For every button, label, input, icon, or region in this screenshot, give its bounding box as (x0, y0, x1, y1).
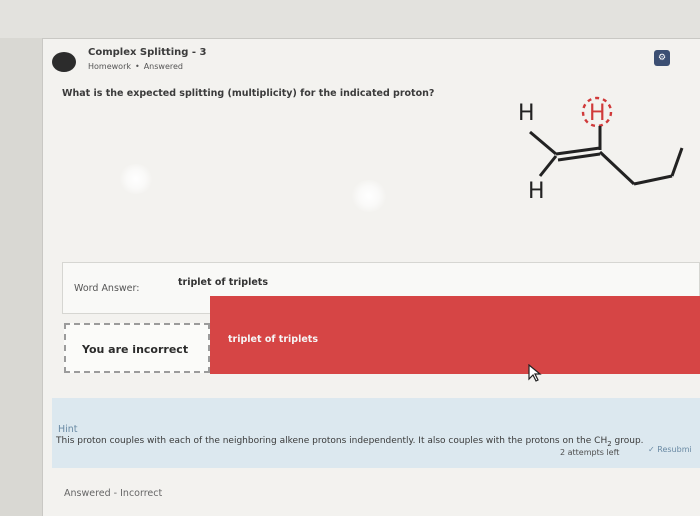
double-bond-bottom (557, 152, 601, 162)
screen-glare (118, 164, 154, 194)
hint-text-main: This proton couples with each of the nei… (56, 436, 608, 446)
double-bond-top (555, 146, 601, 156)
resubmit-label: Resubmi (657, 445, 692, 454)
settings-icon[interactable]: ⚙ (654, 50, 670, 66)
mouse-pointer-icon (528, 364, 542, 382)
bond-h-top-left (529, 130, 557, 156)
question-state: Answered (143, 62, 183, 71)
hydrogen-label-bottom: H (528, 179, 545, 204)
hint-title: Hint (58, 424, 78, 435)
hydrogen-label-top-left: H (518, 101, 535, 126)
bond-ch2 (598, 150, 636, 186)
dot-icon: • (134, 62, 140, 71)
screen-glare (350, 180, 388, 212)
avatar-icon (52, 52, 76, 72)
question-type: Homework (88, 62, 131, 71)
question-meta: Homework • Answered (88, 62, 183, 71)
indicated-proton-label: H (589, 101, 606, 126)
answer-status: Answered - Incorrect (64, 488, 163, 499)
submitted-answer: triplet of triplets (228, 334, 318, 345)
bond-terminal (670, 147, 684, 177)
hint-text-end: group. (611, 436, 644, 446)
bond-h-bottom (538, 155, 558, 177)
answer-label: Word Answer: (74, 283, 140, 294)
resubmit-button[interactable]: ✓ Resubmi (648, 445, 692, 454)
molecule-structure: H H H (518, 96, 684, 204)
answer-value[interactable]: triplet of triplets (178, 277, 268, 288)
hint-text: This proton couples with each of the nei… (56, 436, 644, 448)
top-strip (0, 0, 700, 38)
incorrect-label: You are incorrect (82, 343, 189, 356)
bond-ch2-ch2 (633, 174, 673, 186)
question-title: Complex Splitting - 3 (88, 47, 207, 58)
hint-panel (52, 398, 700, 468)
question-prompt: What is the expected splitting (multipli… (62, 88, 435, 99)
check-icon: ✓ (648, 445, 655, 454)
attempts-left: 2 attempts left (560, 448, 620, 457)
